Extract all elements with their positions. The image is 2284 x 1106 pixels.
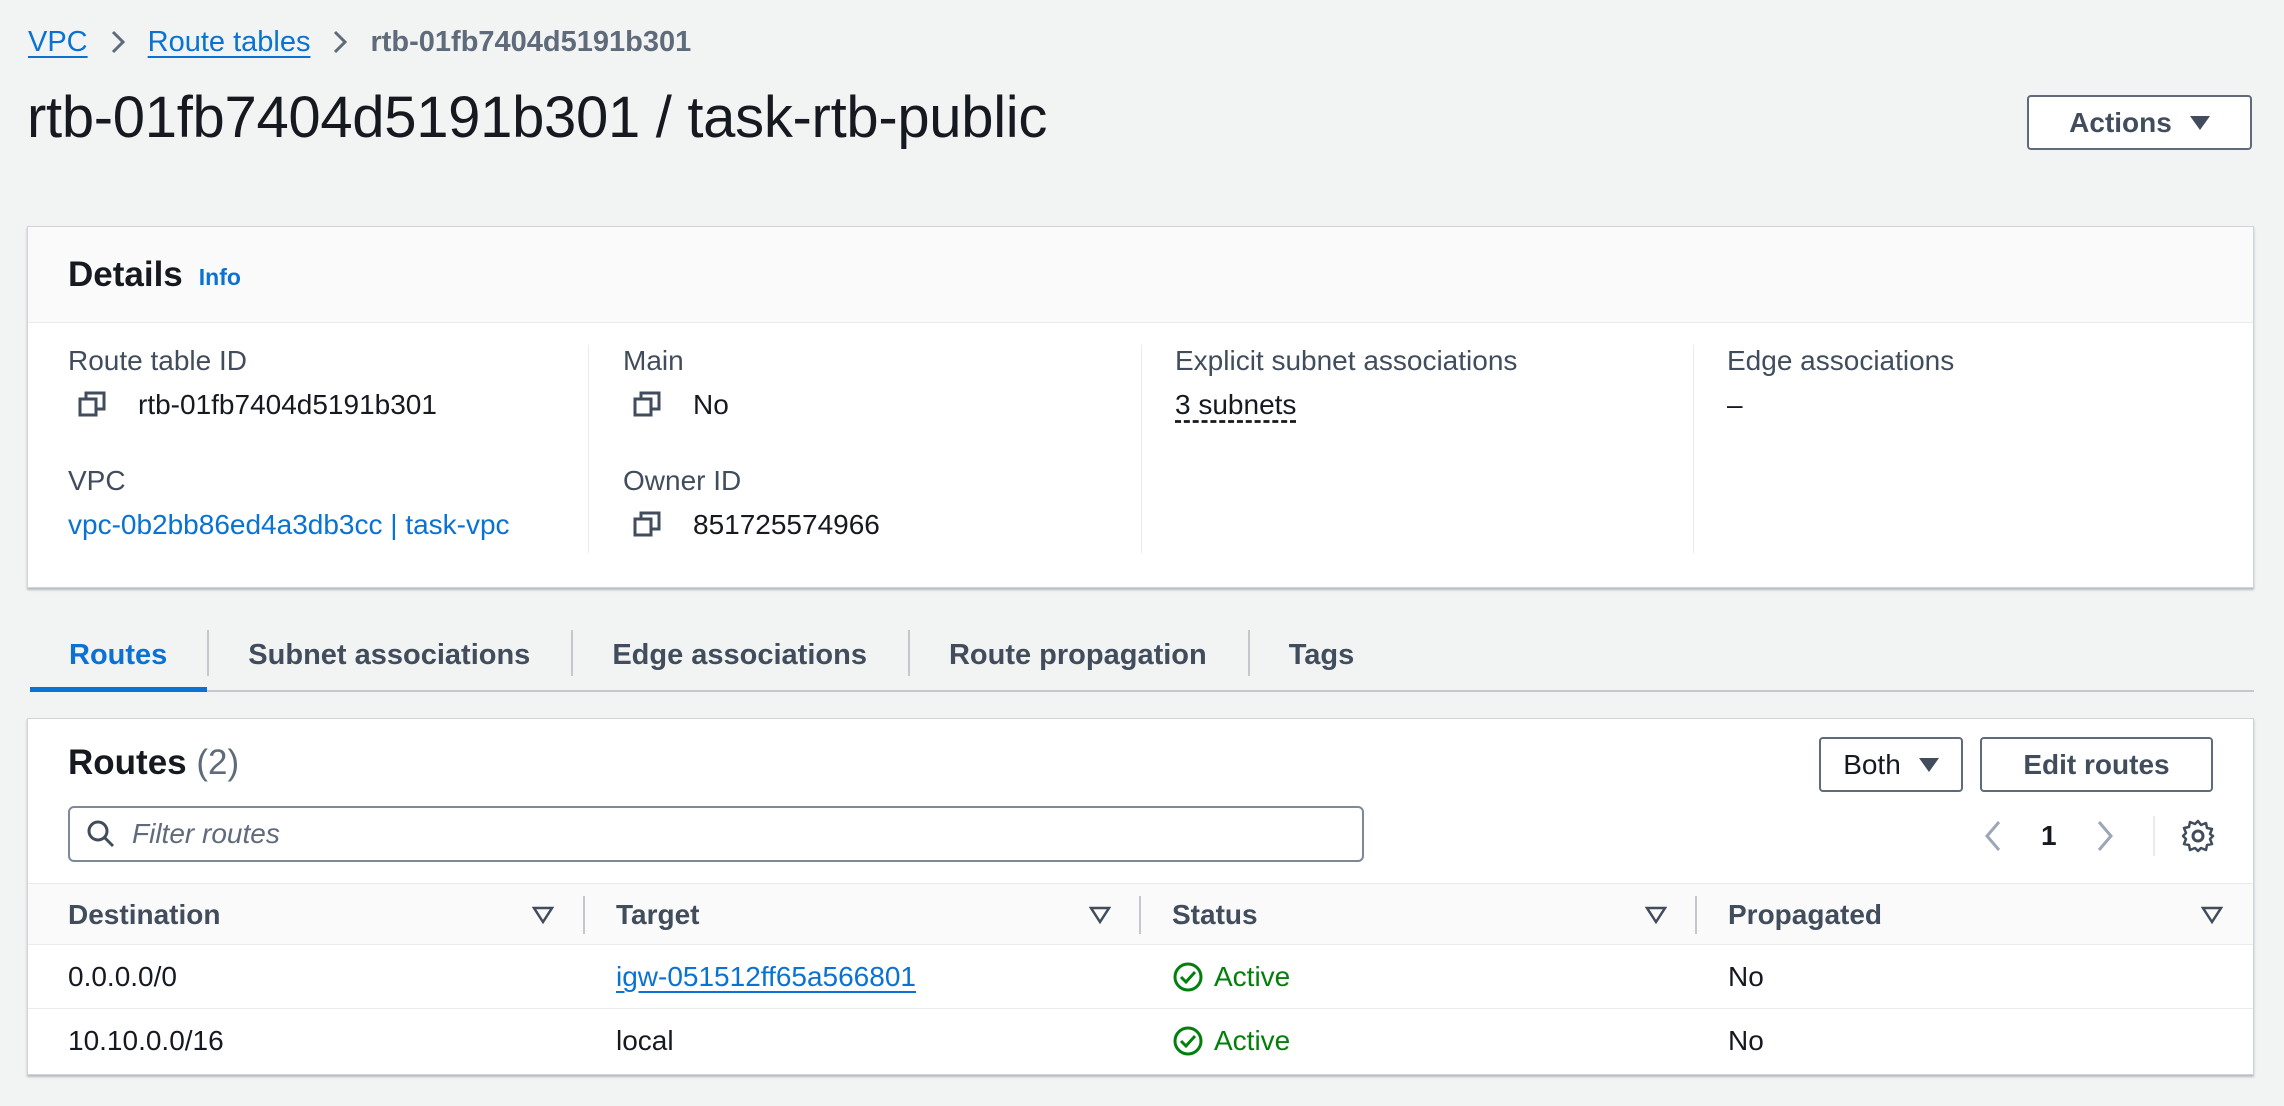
explicit-subnet-link[interactable]: 3 subnets bbox=[1175, 389, 1296, 421]
edge-associations-value: – bbox=[1727, 389, 1743, 420]
details-grid: Route table ID rtb-01fb7404d5191b301 VPC… bbox=[28, 323, 2253, 587]
route-destination: 10.10.0.0/16 bbox=[68, 1025, 224, 1056]
column-resizer[interactable] bbox=[1139, 896, 1141, 934]
filter-routes-input[interactable] bbox=[132, 818, 1332, 850]
main-field: No bbox=[623, 389, 729, 421]
tab-tags[interactable]: Tags bbox=[1247, 620, 1396, 690]
copy-icon[interactable] bbox=[76, 389, 108, 421]
column-header-propagated[interactable]: Propagated bbox=[1728, 884, 1882, 946]
route-propagated: No bbox=[1728, 961, 1764, 992]
gear-icon[interactable] bbox=[2181, 819, 2215, 853]
main-value: No bbox=[693, 389, 729, 420]
copy-icon[interactable] bbox=[631, 389, 663, 421]
sort-icon[interactable] bbox=[1645, 905, 1667, 925]
chevron-right-icon bbox=[332, 28, 348, 56]
details-panel: Details Info Route table ID rtb-01fb7404… bbox=[27, 226, 2254, 588]
details-header: Details Info bbox=[28, 227, 2253, 323]
sort-icon[interactable] bbox=[1089, 905, 1111, 925]
page-title: rtb-01fb7404d5191b301 / task-rtb-public bbox=[27, 85, 1048, 150]
route-target: local bbox=[616, 1025, 674, 1056]
routes-count: (2) bbox=[196, 743, 240, 782]
vpc-link[interactable]: vpc-0b2bb86ed4a3db3cc | task-vpc bbox=[68, 509, 510, 541]
route-status: Active bbox=[1172, 945, 1290, 1009]
tab-bar: Routes Subnet associations Edge associat… bbox=[30, 620, 2254, 692]
copy-icon[interactable] bbox=[631, 509, 663, 541]
column-divider bbox=[1693, 345, 1694, 553]
pagination: 1 bbox=[1983, 816, 2215, 856]
route-filter-select[interactable]: Both bbox=[1819, 737, 1963, 792]
route-filter-selected: Both bbox=[1843, 748, 1901, 780]
routes-table: Destination Target Status Propagated 0.0… bbox=[28, 883, 2253, 1073]
column-resizer[interactable] bbox=[583, 896, 585, 934]
page-number[interactable]: 1 bbox=[2041, 820, 2057, 852]
caret-down-icon bbox=[1918, 757, 1939, 772]
route-table-id-value: rtb-01fb7404d5191b301 bbox=[138, 389, 437, 420]
details-title: Details bbox=[68, 254, 183, 294]
route-table-id-field: rtb-01fb7404d5191b301 bbox=[68, 389, 437, 421]
column-resizer[interactable] bbox=[1695, 896, 1697, 934]
column-header-target[interactable]: Target bbox=[616, 884, 700, 946]
caret-down-icon bbox=[2189, 115, 2210, 130]
table-row[interactable]: 0.0.0.0/0 igw-051512ff65a566801 Active N… bbox=[28, 945, 2253, 1009]
route-status-label: Active bbox=[1214, 961, 1291, 992]
search-icon bbox=[87, 820, 115, 848]
chevron-left-icon[interactable] bbox=[1983, 819, 2003, 853]
vpc-label: VPC bbox=[68, 465, 126, 496]
actions-button[interactable]: Actions bbox=[2027, 95, 2252, 150]
column-divider bbox=[588, 345, 589, 553]
tab-route-propagation[interactable]: Route propagation bbox=[907, 620, 1248, 690]
chevron-right-icon bbox=[110, 28, 126, 56]
edge-associations-label: Edge associations bbox=[1727, 345, 1955, 376]
route-table-id-label: Route table ID bbox=[68, 345, 247, 376]
column-header-status[interactable]: Status bbox=[1172, 884, 1258, 946]
route-propagated: No bbox=[1728, 1025, 1764, 1056]
route-target-link[interactable]: igw-051512ff65a566801 bbox=[616, 961, 916, 993]
filter-routes-search[interactable] bbox=[68, 806, 1364, 862]
route-status-label: Active bbox=[1214, 1025, 1291, 1056]
routes-panel: Routes (2) Both Edit routes 1 Destinatio… bbox=[27, 718, 2254, 1075]
tab-edge-associations[interactable]: Edge associations bbox=[571, 620, 908, 690]
sort-icon[interactable] bbox=[532, 905, 554, 925]
check-circle-icon bbox=[1173, 962, 1203, 992]
chevron-right-icon[interactable] bbox=[2095, 819, 2115, 853]
tab-routes[interactable]: Routes bbox=[30, 620, 208, 692]
main-label: Main bbox=[623, 345, 684, 376]
table-row[interactable]: 10.10.0.0/16 local Active No bbox=[28, 1009, 2253, 1073]
breadcrumb-route-tables-link[interactable]: Route tables bbox=[148, 26, 311, 59]
pager-divider bbox=[2152, 816, 2155, 856]
breadcrumb-current: rtb-01fb7404d5191b301 bbox=[370, 25, 692, 58]
owner-id-label: Owner ID bbox=[623, 465, 742, 496]
route-status: Active bbox=[1172, 1009, 1290, 1073]
actions-button-label: Actions bbox=[2069, 106, 2172, 138]
owner-id-field: 851725574966 bbox=[623, 509, 880, 541]
routes-title: Routes (2) bbox=[68, 743, 239, 783]
column-header-destination[interactable]: Destination bbox=[68, 884, 220, 946]
sort-icon[interactable] bbox=[2201, 905, 2223, 925]
edit-routes-button[interactable]: Edit routes bbox=[1980, 737, 2213, 792]
route-target-cell: igw-051512ff65a566801 bbox=[616, 945, 916, 1009]
owner-id-value: 851725574966 bbox=[693, 509, 880, 540]
edit-routes-label: Edit routes bbox=[2023, 748, 2170, 780]
check-circle-icon bbox=[1173, 1026, 1203, 1056]
explicit-subnet-label: Explicit subnet associations bbox=[1175, 345, 1518, 376]
tab-subnet-associations[interactable]: Subnet associations bbox=[207, 620, 571, 690]
route-destination: 0.0.0.0/0 bbox=[68, 961, 177, 992]
routes-title-text: Routes bbox=[68, 743, 187, 782]
breadcrumb: VPC Route tables rtb-01fb7404d5191b301 bbox=[28, 22, 691, 62]
table-header: Destination Target Status Propagated bbox=[28, 883, 2253, 945]
column-divider bbox=[1141, 345, 1142, 553]
breadcrumb-vpc-link[interactable]: VPC bbox=[28, 26, 88, 59]
info-link[interactable]: Info bbox=[199, 264, 241, 291]
